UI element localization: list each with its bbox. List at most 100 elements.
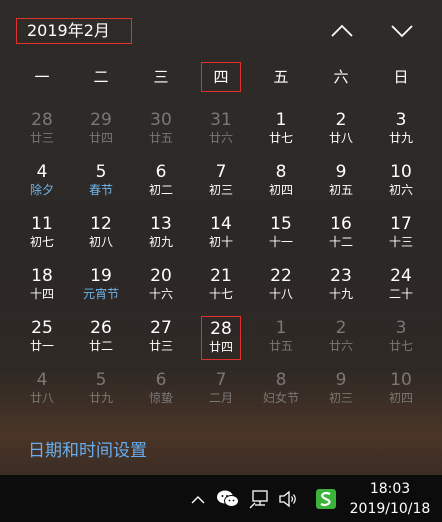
day-number: 7 — [215, 370, 227, 390]
calendar-day[interactable]: 6 惊蛰 — [141, 368, 181, 412]
calendar-day[interactable]: 1 廿七 — [261, 108, 301, 152]
weekday-label: 四 — [201, 62, 241, 92]
chevron-up-icon — [191, 495, 205, 503]
calendar-day[interactable]: 12 初八 — [81, 212, 121, 256]
taskbar-clock[interactable]: 18:03 2019/10/18 — [342, 479, 438, 519]
calendar-day[interactable]: 27 廿三 — [141, 316, 181, 360]
lunar-date: 廿三 — [29, 131, 54, 145]
calendar-day[interactable]: 3 廿九 — [381, 108, 421, 152]
day-number: 12 — [90, 214, 112, 234]
calendar-day[interactable]: 4 除夕 — [22, 160, 62, 204]
lunar-date: 十三 — [388, 235, 413, 249]
day-number: 10 — [390, 162, 412, 182]
calendar-day[interactable]: 8 妇女节 — [261, 368, 301, 412]
calendar-day[interactable]: 8 初四 — [261, 160, 301, 204]
calendar-day[interactable]: 31 廿六 — [201, 108, 241, 152]
lunar-date: 初五 — [328, 183, 353, 197]
day-number: 26 — [90, 318, 112, 338]
calendar-day[interactable]: 5 春节 — [81, 160, 121, 204]
calendar-day[interactable]: 30 廿五 — [141, 108, 181, 152]
calendar-day[interactable]: 28 廿三 — [22, 108, 62, 152]
lunar-date: 初七 — [29, 235, 54, 249]
lunar-date: 初十 — [208, 235, 233, 249]
day-number: 14 — [210, 214, 232, 234]
day-number: 28 — [31, 110, 53, 130]
day-number: 1 — [275, 110, 287, 130]
previous-month-button[interactable] — [327, 16, 357, 46]
lunar-date: 二月 — [208, 391, 233, 405]
calendar-day[interactable]: 18 十四 — [22, 264, 62, 308]
calendar-day[interactable]: 11 初七 — [22, 212, 62, 256]
date-time-settings-link[interactable]: 日期和时间设置 — [28, 436, 147, 461]
calendar-day[interactable]: 2 廿六 — [321, 316, 361, 360]
sogou-ime-icon — [316, 489, 336, 509]
lunar-date: 初三 — [328, 391, 353, 405]
wechat-tray-button[interactable] — [215, 486, 241, 512]
weekday-label: 五 — [273, 68, 289, 86]
calendar-day[interactable]: 6 初二 — [141, 160, 181, 204]
day-number: 6 — [155, 162, 167, 182]
calendar-day[interactable]: 4 廿八 — [22, 368, 62, 412]
calendar-day[interactable]: 1 廿五 — [261, 316, 301, 360]
calendar-day[interactable]: 2 廿八 — [321, 108, 361, 152]
calendar-day[interactable]: 26 廿二 — [81, 316, 121, 360]
day-number: 5 — [95, 370, 107, 390]
day-number: 10 — [390, 370, 412, 390]
calendar-day[interactable]: 22 十八 — [261, 264, 301, 308]
lunar-date: 初六 — [388, 183, 413, 197]
weekday-label: 二 — [93, 68, 109, 86]
day-number: 24 — [390, 266, 412, 286]
day-number: 25 — [31, 318, 53, 338]
weekday-label: 一 — [34, 68, 50, 86]
calendar-day[interactable]: 16 十二 — [321, 212, 361, 256]
lunar-date: 初四 — [268, 183, 293, 197]
network-tray-button[interactable] — [247, 487, 271, 511]
calendar-day[interactable]: 10 初六 — [381, 160, 421, 204]
calendar-day[interactable]: 23 十九 — [321, 264, 361, 308]
lunar-date: 廿二 — [88, 339, 113, 353]
calendar-day[interactable]: 13 初九 — [141, 212, 181, 256]
lunar-date: 廿八 — [328, 131, 353, 145]
calendar-day[interactable]: 21 十七 — [201, 264, 241, 308]
lunar-date: 十二 — [328, 235, 353, 249]
calendar-day[interactable]: 25 廿一 — [22, 316, 62, 360]
calendar-day[interactable]: 15 十一 — [261, 212, 301, 256]
calendar-day[interactable]: 24 二十 — [381, 264, 421, 308]
calendar-day[interactable]: 7 初三 — [201, 160, 241, 204]
day-number: 2 — [335, 318, 347, 338]
day-number: 1 — [275, 318, 287, 338]
calendar-day[interactable]: 5 廿九 — [81, 368, 121, 412]
lunar-date: 初二 — [148, 183, 173, 197]
calendar-day[interactable]: 9 初三 — [321, 368, 361, 412]
clock-time: 18:03 — [369, 481, 411, 497]
lunar-date: 十一 — [268, 235, 293, 249]
day-number: 31 — [210, 110, 232, 130]
calendar-day[interactable]: 9 初五 — [321, 160, 361, 204]
day-number: 6 — [155, 370, 167, 390]
calendar-day[interactable]: 3 廿七 — [381, 316, 421, 360]
calendar-day[interactable]: 17 十三 — [381, 212, 421, 256]
calendar-day[interactable]: 29 廿四 — [81, 108, 121, 152]
chevron-up-icon — [331, 24, 353, 37]
lunar-date: 廿五 — [268, 339, 293, 353]
calendar-day[interactable]: 14 初十 — [201, 212, 241, 256]
calendar-day[interactable]: 20 十六 — [141, 264, 181, 308]
calendar-day-today[interactable]: 28 廿四 — [201, 316, 241, 360]
lunar-date: 廿六 — [208, 131, 233, 145]
volume-tray-button[interactable] — [276, 487, 300, 511]
next-month-button[interactable] — [387, 16, 417, 46]
month-year-title[interactable]: 2019年2月 — [16, 18, 132, 44]
day-number: 7 — [215, 162, 227, 182]
lunar-date: 初三 — [208, 183, 233, 197]
lunar-date: 初四 — [388, 391, 413, 405]
day-number: 8 — [275, 162, 287, 182]
calendar-day[interactable]: 7 二月 — [201, 368, 241, 412]
lunar-date: 廿六 — [328, 339, 353, 353]
show-hidden-icons-button[interactable] — [188, 487, 208, 511]
calendar-day[interactable]: 19 元宵节 — [81, 264, 121, 308]
calendar-day[interactable]: 10 初四 — [381, 368, 421, 412]
lunar-date: 廿四 — [88, 131, 113, 145]
day-number: 22 — [270, 266, 292, 286]
lunar-date: 初九 — [148, 235, 173, 249]
input-method-tray-button[interactable] — [313, 486, 339, 512]
